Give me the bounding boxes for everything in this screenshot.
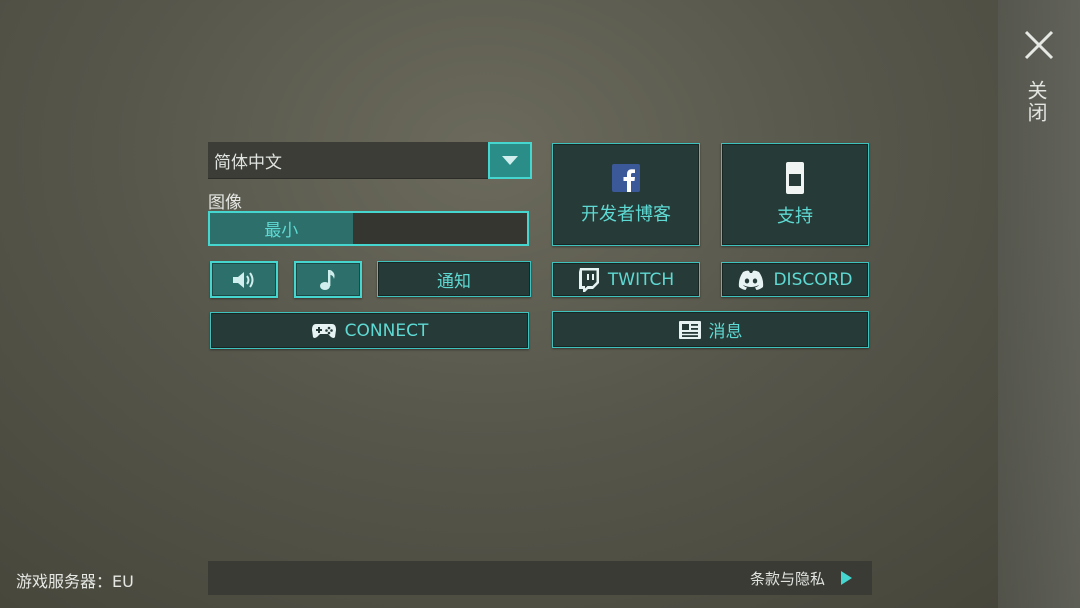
sound-toggle-button[interactable] (210, 261, 278, 298)
newspaper-icon (678, 320, 701, 339)
music-note-icon (320, 269, 335, 290)
game-server-label: 游戏服务器：EU (16, 572, 134, 591)
twitch-icon (578, 267, 600, 292)
twitch-button[interactable]: TWITCH (552, 262, 700, 297)
support-label: 支持 (777, 205, 813, 227)
language-select[interactable]: 简体中文 (208, 142, 488, 179)
terms-privacy-bar[interactable]: 条款与隐私 (208, 561, 872, 595)
dev-blog-button[interactable]: 开发者博客 (552, 143, 700, 246)
support-button[interactable]: 支持 (721, 143, 869, 246)
graphics-slider-fill: 最小 (210, 213, 353, 244)
discord-button[interactable]: DISCORD (721, 262, 869, 297)
language-dropdown-button[interactable] (488, 142, 532, 179)
play-arrow-icon (841, 571, 852, 585)
music-toggle-button[interactable] (294, 261, 362, 298)
notifications-button[interactable]: 通知 (377, 261, 531, 297)
terms-privacy-label: 条款与隐私 (749, 569, 825, 588)
graphics-slider[interactable]: 最小 (208, 211, 529, 246)
graphics-label: 图像 (208, 193, 242, 213)
close-button[interactable] (1022, 28, 1056, 62)
news-button[interactable]: 消息 (552, 311, 869, 348)
connect-label: CONNECT (344, 320, 429, 341)
close-label: 关闭 (1024, 80, 1048, 124)
connect-button[interactable]: CONNECT (210, 312, 529, 349)
gamepad-icon (311, 322, 337, 340)
facebook-icon (612, 163, 640, 192)
speaker-icon (233, 271, 254, 288)
graphics-value: 最小 (264, 221, 299, 241)
language-selected: 简体中文 (214, 152, 282, 173)
chevron-down-icon (502, 155, 518, 165)
discord-icon (737, 270, 765, 290)
twitch-label: TWITCH (607, 269, 675, 290)
close-icon (1024, 30, 1054, 60)
dev-blog-label: 开发者博客 (581, 203, 671, 225)
notifications-label: 通知 (437, 271, 471, 292)
news-label: 消息 (708, 322, 743, 342)
support-phone-icon (786, 161, 804, 194)
discord-label: DISCORD (773, 269, 853, 290)
